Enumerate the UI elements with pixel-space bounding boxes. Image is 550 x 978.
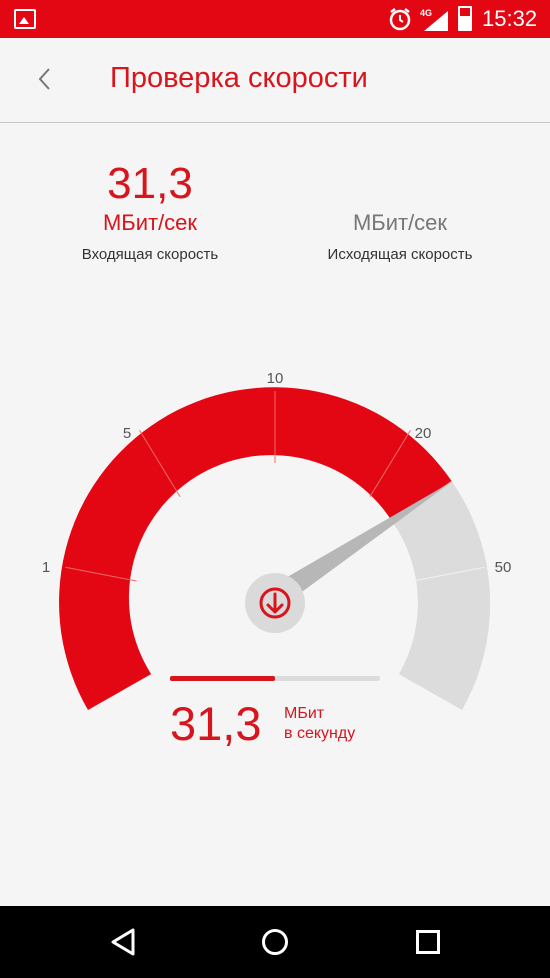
speed-readout-unit: МБит в секунду <box>284 704 355 744</box>
image-notification-icon <box>14 9 36 29</box>
app-bar: Проверка скорости <box>0 38 550 123</box>
speed-readout-value: 31,3 <box>170 697 262 750</box>
circle-home-icon[interactable] <box>261 928 289 956</box>
status-bar: 4G 15:32 <box>0 0 550 38</box>
triangle-back-icon[interactable] <box>110 928 136 956</box>
upload-stat: МБит/сек Исходящая скорость <box>290 160 510 263</box>
download-stat: 31,3 МБит/сек Входящая скорость <box>40 159 260 264</box>
speed-progress-fill <box>170 676 275 681</box>
speed-unit-line1: МБит <box>284 705 325 722</box>
gauge-tick-label: 20 <box>415 425 432 442</box>
gauge-tick-label: 10 <box>267 370 284 387</box>
square-recent-icon[interactable] <box>415 928 441 956</box>
download-arrow-icon <box>245 573 305 633</box>
upload-unit: МБит/сек <box>352 210 448 235</box>
gauge-active-arc <box>59 387 452 710</box>
download-value: 31,3 <box>107 159 193 208</box>
download-label: Входящая скорость <box>81 246 219 263</box>
page-title: Проверка скорости <box>110 62 368 94</box>
navigation-bar <box>0 906 550 978</box>
gauge-inactive-arc <box>391 481 491 710</box>
battery-icon <box>458 6 472 31</box>
speed-progress-bar <box>170 676 380 681</box>
upload-value <box>290 160 510 208</box>
status-time: 15:32 <box>482 6 538 31</box>
alarm-icon <box>389 8 411 31</box>
speed-unit-line2: в секунду <box>284 725 356 742</box>
upload-label: Исходящая скорость <box>327 246 473 263</box>
download-unit: МБит/сек <box>102 210 198 235</box>
signal-icon <box>424 11 448 31</box>
speed-gauge: 1 5 10 20 50 <box>42 370 512 710</box>
chevron-left-icon[interactable] <box>30 64 60 94</box>
gauge-tick-label: 50 <box>495 559 512 576</box>
gauge-tick-label: 1 <box>42 559 50 576</box>
gauge-tick-label: 5 <box>123 425 131 442</box>
